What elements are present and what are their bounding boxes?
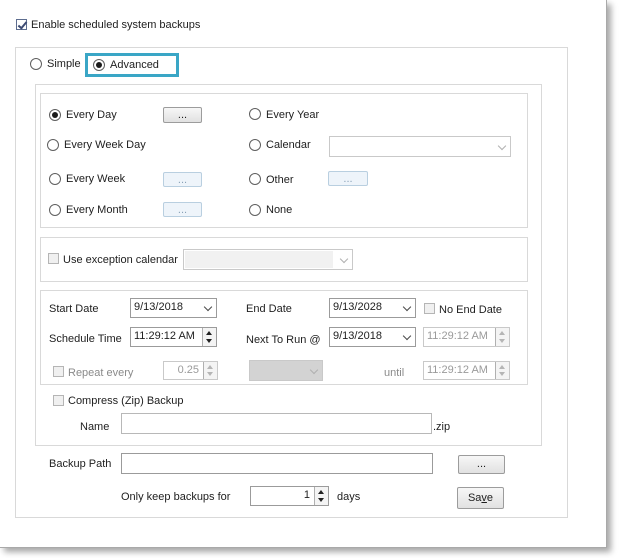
end-date-label: End Date xyxy=(246,303,292,315)
keep-backups-unit: days xyxy=(337,491,361,503)
save-label-post: e xyxy=(486,492,494,504)
every-month-options-button[interactable]: ... xyxy=(163,202,202,217)
none-radio[interactable] xyxy=(249,204,261,216)
every-day-radio[interactable] xyxy=(49,109,61,121)
next-to-run-date-value: 9/13/2018 xyxy=(333,330,382,342)
save-label-pre: Sa xyxy=(467,492,482,504)
every-month-label: Every Month xyxy=(66,204,128,216)
every-year-radio[interactable] xyxy=(249,108,261,120)
schedule-time-input[interactable]: 11:29:12 AM xyxy=(130,327,217,347)
chevron-down-icon xyxy=(402,331,412,341)
start-date-value: 9/13/2018 xyxy=(134,301,183,313)
chevron-down-icon xyxy=(203,302,213,312)
advanced-radio[interactable] xyxy=(93,59,105,71)
chevron-down-icon xyxy=(497,141,507,151)
zip-name-label: Name xyxy=(80,421,110,433)
every-day-label: Every Day xyxy=(66,109,117,121)
exception-calendar-select[interactable] xyxy=(183,249,353,270)
other-label: Other xyxy=(266,174,294,186)
repeat-every-spinner[interactable] xyxy=(203,362,217,379)
every-year-label: Every Year xyxy=(266,109,320,121)
keep-backups-input[interactable]: 1 xyxy=(250,486,329,506)
chevron-down-icon xyxy=(402,302,412,312)
advanced-label: Advanced xyxy=(110,59,159,71)
next-to-run-label: Next To Run @ xyxy=(246,334,321,346)
none-label: None xyxy=(266,204,293,216)
chevron-down-icon xyxy=(339,254,349,264)
repeat-every-value: 0.25 xyxy=(177,364,199,376)
exception-calendar-label: Use exception calendar xyxy=(63,254,178,266)
repeat-every-label: Repeat every xyxy=(68,367,134,379)
next-to-run-time-value: 11:29:12 AM xyxy=(427,330,488,342)
until-label: until xyxy=(384,367,405,379)
compress-backup-label: Compress (Zip) Backup xyxy=(68,395,184,407)
zip-name-input[interactable] xyxy=(121,413,432,434)
end-date-value: 9/13/2028 xyxy=(333,301,382,313)
no-end-date-checkbox[interactable] xyxy=(424,303,435,314)
every-week-day-label: Every Week Day xyxy=(64,139,146,151)
start-date-label: Start Date xyxy=(49,303,99,315)
start-date-picker[interactable]: 9/13/2018 xyxy=(130,298,217,318)
repeat-every-input[interactable]: 0.25 xyxy=(163,361,218,380)
repeat-unit-select[interactable] xyxy=(249,360,323,381)
simple-label: Simple xyxy=(47,58,81,70)
calendar-radio[interactable] xyxy=(249,139,261,151)
exception-calendar-checkbox[interactable] xyxy=(48,253,59,264)
calendar-select[interactable] xyxy=(329,136,511,157)
enable-backups-label: Enable scheduled system backups xyxy=(31,19,201,31)
backup-path-input[interactable] xyxy=(121,453,433,474)
browse-path-button[interactable]: ... xyxy=(458,455,505,474)
save-button[interactable]: Save xyxy=(457,487,504,509)
until-time-input[interactable]: 11:29:12 AM xyxy=(423,361,510,380)
exception-calendar-select-field xyxy=(185,251,333,268)
schedule-time-value: 11:29:12 AM xyxy=(134,330,195,342)
until-time-value: 11:29:12 AM xyxy=(427,364,488,376)
other-radio[interactable] xyxy=(249,173,261,185)
other-options-button[interactable]: ... xyxy=(328,171,368,186)
schedule-time-spinner[interactable] xyxy=(202,328,216,346)
every-month-radio[interactable] xyxy=(49,204,61,216)
next-to-run-time-input[interactable]: 11:29:12 AM xyxy=(423,327,510,347)
next-to-run-time-spinner[interactable] xyxy=(495,328,509,346)
every-day-options-button[interactable]: ... xyxy=(163,107,202,123)
backup-settings-window: Enable scheduled system backups Simple A… xyxy=(0,0,607,548)
zip-suffix-label: .zip xyxy=(433,421,451,433)
backup-path-label: Backup Path xyxy=(49,458,112,470)
compress-backup-checkbox[interactable] xyxy=(53,395,64,406)
schedule-time-label: Schedule Time xyxy=(49,333,122,345)
repeat-every-checkbox[interactable] xyxy=(53,366,64,377)
enable-backups-checkbox[interactable] xyxy=(16,19,27,30)
simple-radio[interactable] xyxy=(30,58,42,70)
keep-backups-spinner[interactable] xyxy=(314,487,328,505)
every-week-radio[interactable] xyxy=(49,173,61,185)
end-date-picker[interactable]: 9/13/2028 xyxy=(329,298,416,318)
no-end-date-label: No End Date xyxy=(439,304,502,316)
keep-backups-value: 1 xyxy=(303,489,310,501)
every-week-day-radio[interactable] xyxy=(47,139,59,151)
chevron-down-icon xyxy=(309,365,319,375)
calendar-label: Calendar xyxy=(266,139,311,151)
until-time-spinner[interactable] xyxy=(495,362,509,379)
every-week-options-button[interactable]: ... xyxy=(163,172,202,187)
keep-backups-label: Only keep backups for xyxy=(121,491,231,503)
every-week-label: Every Week xyxy=(66,173,126,185)
next-to-run-date-picker[interactable]: 9/13/2018 xyxy=(329,327,416,347)
